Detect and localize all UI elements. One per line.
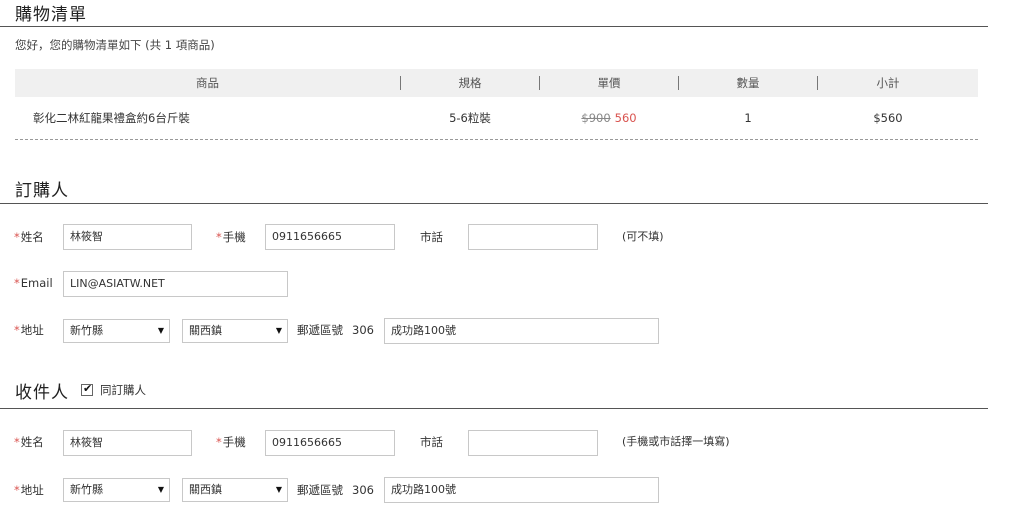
table-row: 彰化二林紅龍果禮盒約6台斤裝 5-6粒裝 $900 560 1 $560 [15, 104, 978, 132]
chevron-down-icon: ▼ [157, 485, 164, 494]
same-as-buyer-checkbox[interactable]: ✔ [81, 382, 93, 396]
buyer-street-field[interactable]: 成功路100號 [384, 318, 659, 344]
receiver-county-value: 新竹縣 [70, 483, 103, 496]
cart-item-spec: 5-6粒裝 [449, 111, 491, 125]
receiver-street-field[interactable]: 成功路100號 [384, 477, 659, 503]
cart-section-divider [0, 26, 988, 27]
buyer-name-field[interactable]: 林筱智 [63, 224, 192, 250]
chevron-down-icon: ▼ [157, 326, 164, 335]
cart-row-divider [15, 139, 978, 140]
buyer-phone-field[interactable] [468, 224, 598, 250]
required-mark: * [14, 483, 20, 497]
receiver-address-label: *地址 [14, 483, 44, 497]
receiver-district-select[interactable]: 關西鎮 ▼ [182, 478, 288, 502]
cart-table-header: 商品 規格 單價 數量 小計 [15, 69, 978, 97]
buyer-mobile-field[interactable]: 0911656665 [265, 224, 395, 250]
receiver-name-field[interactable]: 林筱智 [63, 430, 192, 456]
receiver-county-select[interactable]: 新竹縣 ▼ [63, 478, 170, 502]
required-mark: * [14, 323, 20, 337]
required-mark: * [216, 435, 222, 449]
buyer-section-title: 訂購人 [15, 181, 69, 201]
buyer-zip-label: 郵遞區號 [297, 323, 343, 337]
header-product: 商品 [196, 76, 219, 90]
required-mark: * [216, 230, 222, 244]
header-spec: 規格 [458, 76, 482, 90]
same-as-buyer-label: 同訂購人 [100, 383, 146, 397]
receiver-name-label: *姓名 [14, 435, 44, 449]
sale-price: 560 [614, 111, 637, 125]
buyer-name-label: *姓名 [14, 230, 44, 244]
receiver-phone-label: 市話 [420, 435, 443, 449]
buyer-address-label: *地址 [14, 323, 44, 337]
receiver-zip-label: 郵遞區號 [297, 483, 343, 497]
receiver-phone-note: (手機或市話擇一填寫) [622, 435, 730, 448]
cart-section-title: 購物清單 [15, 5, 87, 25]
buyer-email-field[interactable]: LIN@ASIATW.NET [63, 271, 288, 297]
buyer-mobile-label: *手機 [216, 230, 246, 244]
receiver-section-title: 收件人 [15, 383, 69, 403]
original-price: $900 [581, 111, 611, 125]
buyer-district-value: 關西鎮 [189, 324, 222, 337]
receiver-mobile-label: *手機 [216, 435, 246, 449]
required-mark: * [14, 276, 20, 290]
buyer-county-value: 新竹縣 [70, 324, 103, 337]
receiver-mobile-field[interactable]: 0911656665 [265, 430, 395, 456]
cart-item-qty: 1 [744, 111, 752, 125]
checkmark-icon: ✔ [83, 382, 93, 395]
buyer-phone-label: 市話 [420, 230, 443, 244]
cart-greeting: 您好，您的購物清單如下 (共 1 項商品) [15, 38, 215, 52]
cart-item-price: $900 560 [540, 104, 678, 132]
required-mark: * [14, 435, 20, 449]
receiver-district-value: 關西鎮 [189, 483, 222, 496]
header-subtotal: 小計 [876, 76, 900, 90]
buyer-district-select[interactable]: 關西鎮 ▼ [182, 319, 288, 343]
cart-item-name: 彰化二林紅龍果禮盒約6台斤裝 [33, 111, 190, 125]
buyer-county-select[interactable]: 新竹縣 ▼ [63, 319, 170, 343]
buyer-zip-code: 306 [352, 323, 374, 337]
header-price: 單價 [597, 76, 621, 90]
buyer-email-label: *Email [14, 276, 53, 290]
receiver-phone-field[interactable] [468, 430, 598, 456]
receiver-zip-code: 306 [352, 483, 374, 497]
buyer-section-divider [0, 203, 988, 204]
cart-item-subtotal: $560 [873, 111, 903, 125]
required-mark: * [14, 230, 20, 244]
header-qty: 數量 [736, 76, 760, 90]
receiver-section-divider [0, 408, 988, 409]
chevron-down-icon: ▼ [275, 485, 282, 494]
chevron-down-icon: ▼ [275, 326, 282, 335]
buyer-phone-note: (可不填) [622, 230, 664, 243]
